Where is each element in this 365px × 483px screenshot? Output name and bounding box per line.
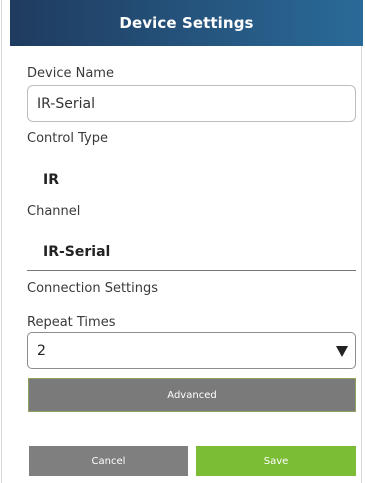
section-divider xyxy=(27,270,356,271)
cancel-button-label: Cancel xyxy=(91,455,126,467)
device-name-label: Device Name xyxy=(27,66,114,81)
cancel-button[interactable]: Cancel xyxy=(29,446,188,476)
dialog-title: Device Settings xyxy=(119,14,254,32)
device-name-input[interactable] xyxy=(27,85,356,122)
advanced-button[interactable]: Advanced xyxy=(28,378,356,412)
save-button-label: Save xyxy=(263,455,289,467)
repeat-times-label: Repeat Times xyxy=(27,315,116,330)
control-type-label: Control Type xyxy=(27,131,108,146)
repeat-times-select[interactable]: 2 xyxy=(27,332,356,369)
channel-value: IR-Serial xyxy=(43,244,111,260)
advanced-button-label: Advanced xyxy=(167,389,217,401)
repeat-times-selected-value: 2 xyxy=(37,343,46,359)
dialog-header: Device Settings xyxy=(10,0,363,46)
device-settings-dialog: Device Settings Device Name Control Type… xyxy=(1,0,363,483)
control-type-value: IR xyxy=(43,172,59,188)
save-button[interactable]: Save xyxy=(196,446,356,476)
channel-label: Channel xyxy=(27,204,81,219)
connection-settings-label: Connection Settings xyxy=(27,281,159,296)
triangle-down-icon xyxy=(336,346,348,357)
